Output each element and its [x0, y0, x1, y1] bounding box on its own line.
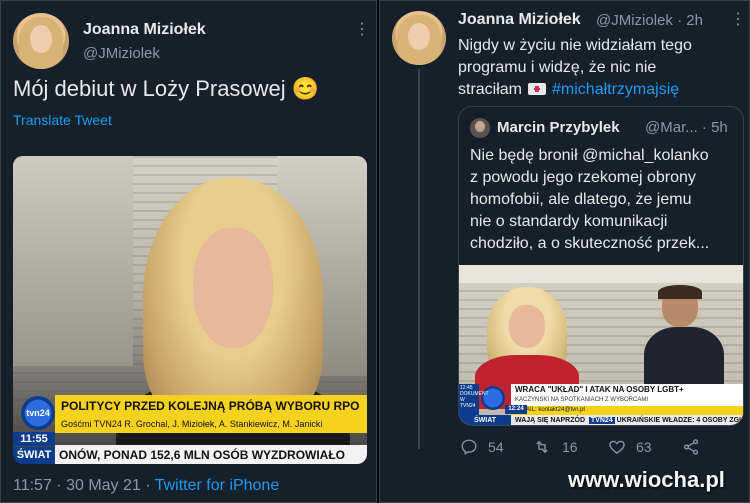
woman-guest-figure [475, 287, 579, 409]
tv-channel-label: ŚWIAT [13, 447, 55, 464]
tv-clock: 11:55 [13, 432, 55, 446]
reply-icon [461, 439, 477, 456]
translate-tweet-link[interactable]: Translate Tweet [13, 112, 112, 128]
author-avatar[interactable] [392, 11, 446, 65]
more-options-icon[interactable]: ⋮ [354, 19, 370, 39]
tv-headline-bar: POLITYCY PRZED KOLEJNĄ PRÓBĄ WYBORU RPO [55, 395, 367, 417]
reply-text-line1: Nigdy w życiu nie widziałam tego [458, 37, 692, 54]
like-count: 63 [636, 439, 652, 455]
quoted-tv-email: E-MAIL: kontakt24@tvn.pl [511, 406, 743, 415]
ambulance-icon [528, 83, 547, 95]
quoted-tv-subline: KACZYŃSKI NA SPOTKANIACH Z WYBORCAMI [511, 396, 743, 406]
left-tweet-panel: Joanna Miziołek @JMiziolek ⋮ Mój debiut … [0, 0, 377, 503]
tweet-metadata: 11:57 · 30 May 21 · Twitter for iPhone [13, 477, 279, 495]
quoted-text-line1: Nie będę bronił @michal_kolanko [470, 147, 709, 164]
quoted-tweet[interactable]: Marcin Przybylek @Mar... · 5h Nie będę b… [458, 106, 744, 426]
smiling-face-emoji-icon: 😊 [291, 76, 320, 101]
quoted-tvn24-logo-icon [481, 386, 505, 410]
retweet-button[interactable]: 16 [532, 438, 578, 456]
man-guest-figure [644, 285, 724, 397]
quoted-author-handle[interactable]: @Mar... · 5h [645, 119, 728, 136]
retweet-icon [536, 441, 548, 453]
author-handle-and-time[interactable]: @JMiziolek · 2h [596, 12, 703, 29]
author-name[interactable]: Joanna Miziołek [458, 11, 581, 29]
quoted-text-line4: nie o standardy komunikacji [470, 213, 668, 230]
wiocha-watermark: www.wiocha.pl [568, 467, 725, 492]
retweet-count: 16 [562, 439, 578, 455]
author-handle[interactable]: @JMiziolek [83, 45, 160, 62]
reply-button[interactable]: 54 [460, 438, 504, 456]
tv-guests-bar: Gośćmi TVN24 R. Grochal, J. Miziołek, A.… [55, 417, 367, 433]
share-button[interactable] [682, 438, 700, 456]
quoted-tv-side-label: 12:45 DOKUMENT W TVN24 [459, 384, 489, 415]
reply-text-line2: programu i widzę, że nic nie [458, 59, 657, 76]
reply-text-line3: straciłam #michałtrzymajsię [458, 81, 680, 98]
like-button[interactable]: 63 [608, 438, 652, 456]
quoted-author-name[interactable]: Marcin Przybylek [497, 119, 620, 136]
more-options-icon[interactable]: ⋮ [730, 9, 746, 29]
quoted-text-line3: homofobii, ale dlatego, że jemu [470, 191, 692, 208]
thread-connector [418, 69, 420, 449]
author-avatar[interactable] [13, 13, 69, 69]
tvn24-logo-icon: tvn24 [21, 396, 55, 430]
tweet-source-link[interactable]: Twitter for iPhone [155, 477, 280, 494]
woman-figure [116, 178, 350, 464]
quoted-tv-channel: ŚWIAT [459, 415, 511, 425]
tv-ticker-bar: ONÓW, PONAD 152,6 MLN OSÓB WYZDROWIAŁO [55, 445, 367, 464]
share-icon [683, 439, 699, 455]
quoted-text-line5: chodziło, a o skuteczność przek... [470, 235, 710, 252]
quoted-tv-clock: 12:24 [505, 405, 527, 414]
author-name[interactable]: Joanna Miziołek [83, 21, 206, 39]
right-tweet-panel: Joanna Miziołek @JMiziolek · 2h ⋮ Nigdy … [379, 0, 750, 503]
quoted-tv-ticker: WAJĄ SIĘ NAPRZÓD TVN24 UKRAIŃSKIE WŁADZE… [511, 415, 743, 425]
quoted-text-line2: z powodu jego rzekomej obrony [470, 169, 696, 186]
quoted-tv-headline: WRACA "UKŁAD" I ATAK NA OSOBY LGBT+ [511, 384, 743, 396]
tweet-media-image[interactable]: POLITYCY PRZED KOLEJNĄ PRÓBĄ WYBORU RPO … [13, 156, 367, 464]
heart-icon [609, 440, 625, 454]
tweet-timestamp[interactable]: 11:57 · 30 May 21 · [13, 477, 155, 494]
reply-count: 54 [488, 439, 504, 455]
quoted-tweet-media[interactable]: WRACA "UKŁAD" I ATAK NA OSOBY LGBT+ KACZ… [459, 265, 743, 425]
hashtag-link[interactable]: #michałtrzymajsię [552, 81, 679, 98]
tweet-text: Mój debiut w Loży Prasowej 😊 [13, 76, 320, 101]
quoted-author-avatar[interactable] [470, 118, 490, 138]
